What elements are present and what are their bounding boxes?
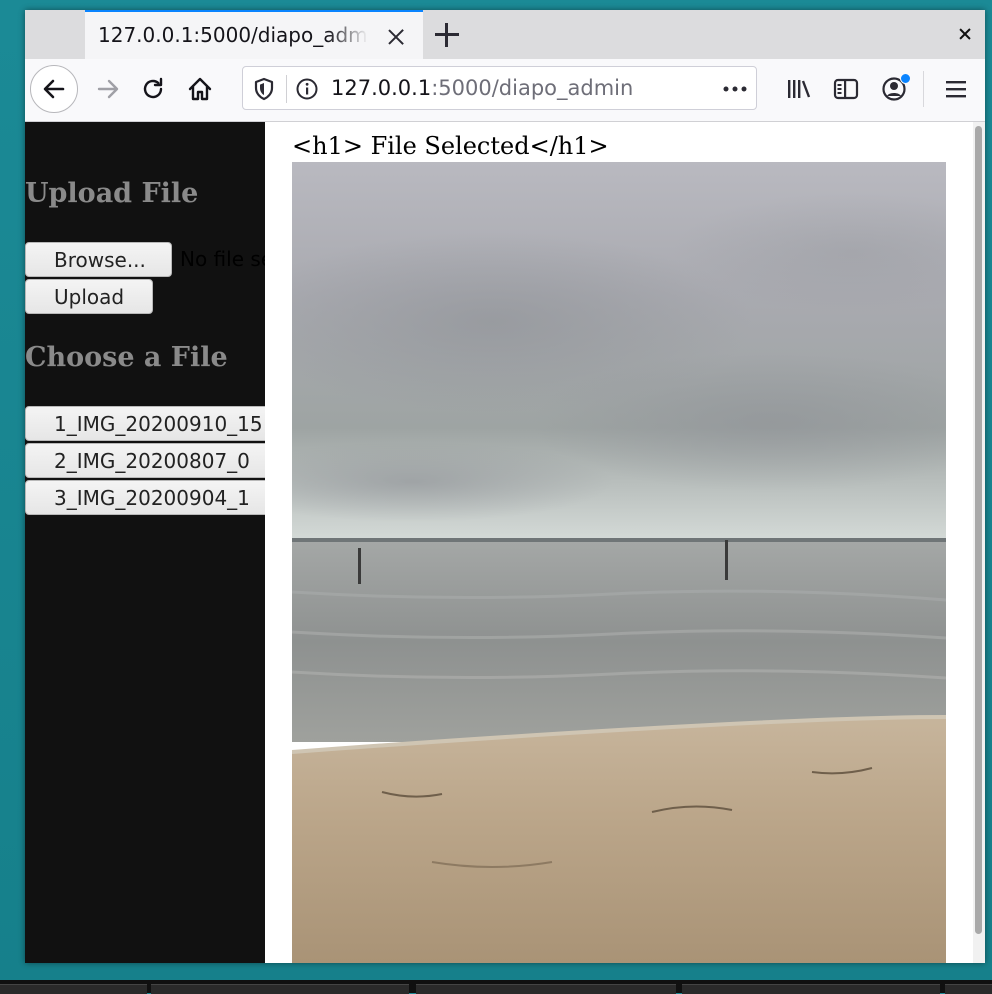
arrow-right-icon [97, 79, 119, 99]
home-icon [188, 77, 212, 101]
file-button[interactable]: 2_IMG_20200807_0 [25, 443, 265, 478]
url-bar[interactable]: 127.0.0.1:5000/diapo_admin [242, 66, 757, 110]
menu-button[interactable] [938, 71, 974, 107]
forward-button[interactable] [90, 71, 126, 107]
main-panel: <h1> File Selected</h1> [265, 122, 975, 963]
tab-strip: 127.0.0.1:5000/diapo_admin [25, 10, 985, 59]
choose-file-heading: Choose a File [25, 342, 228, 373]
tab-title: 127.0.0.1:5000/diapo_admin [98, 23, 368, 47]
arrow-left-icon [43, 79, 65, 99]
admin-sidebar: Upload File Browse... No file selected. … [25, 122, 265, 963]
tab-strip-spacer [25, 10, 86, 59]
sidebar-icon [833, 78, 859, 100]
toolbar-separator [923, 71, 924, 107]
url-separator [286, 75, 287, 103]
more-dots-icon[interactable] [721, 79, 749, 99]
page-content: Upload File Browse... No file selected. … [25, 122, 985, 963]
file-selected-heading: <h1> File Selected</h1> [292, 132, 609, 160]
tab-close-icon[interactable] [385, 26, 407, 48]
home-button[interactable] [182, 71, 218, 107]
reload-button[interactable] [135, 71, 171, 107]
taskbar [0, 980, 992, 994]
url-text[interactable]: 127.0.0.1:5000/diapo_admin [331, 76, 633, 100]
selected-photo [292, 162, 946, 963]
account-button[interactable] [876, 71, 912, 107]
new-tab-button[interactable] [435, 23, 459, 47]
hamburger-menu-icon [946, 81, 966, 98]
library-button[interactable] [781, 71, 817, 107]
url-path: :5000/diapo_admin [431, 76, 634, 100]
window-close-icon[interactable] [956, 26, 974, 44]
shield-icon[interactable] [251, 76, 277, 102]
upload-heading: Upload File [25, 178, 199, 209]
sidebar-toggle-button[interactable] [828, 71, 864, 107]
file-button[interactable]: 1_IMG_20200910_15 [25, 406, 265, 441]
notification-dot [900, 73, 911, 84]
scrollbar-thumb[interactable] [975, 126, 982, 934]
page-scrollbar[interactable] [973, 122, 985, 963]
file-button[interactable]: 3_IMG_20200904_1 [25, 480, 265, 515]
info-icon[interactable] [295, 77, 319, 101]
upload-button[interactable]: Upload [25, 279, 153, 314]
url-host: 127.0.0.1 [331, 76, 432, 100]
browser-window: 127.0.0.1:5000/diapo_admin 127.0.0.1:500… [25, 10, 985, 963]
back-button[interactable] [30, 65, 78, 113]
reload-icon [143, 77, 163, 99]
library-icon [788, 80, 811, 98]
tab-active[interactable]: 127.0.0.1:5000/diapo_admin [85, 10, 423, 59]
navigation-toolbar: 127.0.0.1:5000/diapo_admin [25, 59, 985, 122]
no-file-label: No file selected. [180, 247, 265, 271]
browse-button[interactable]: Browse... [25, 242, 172, 277]
